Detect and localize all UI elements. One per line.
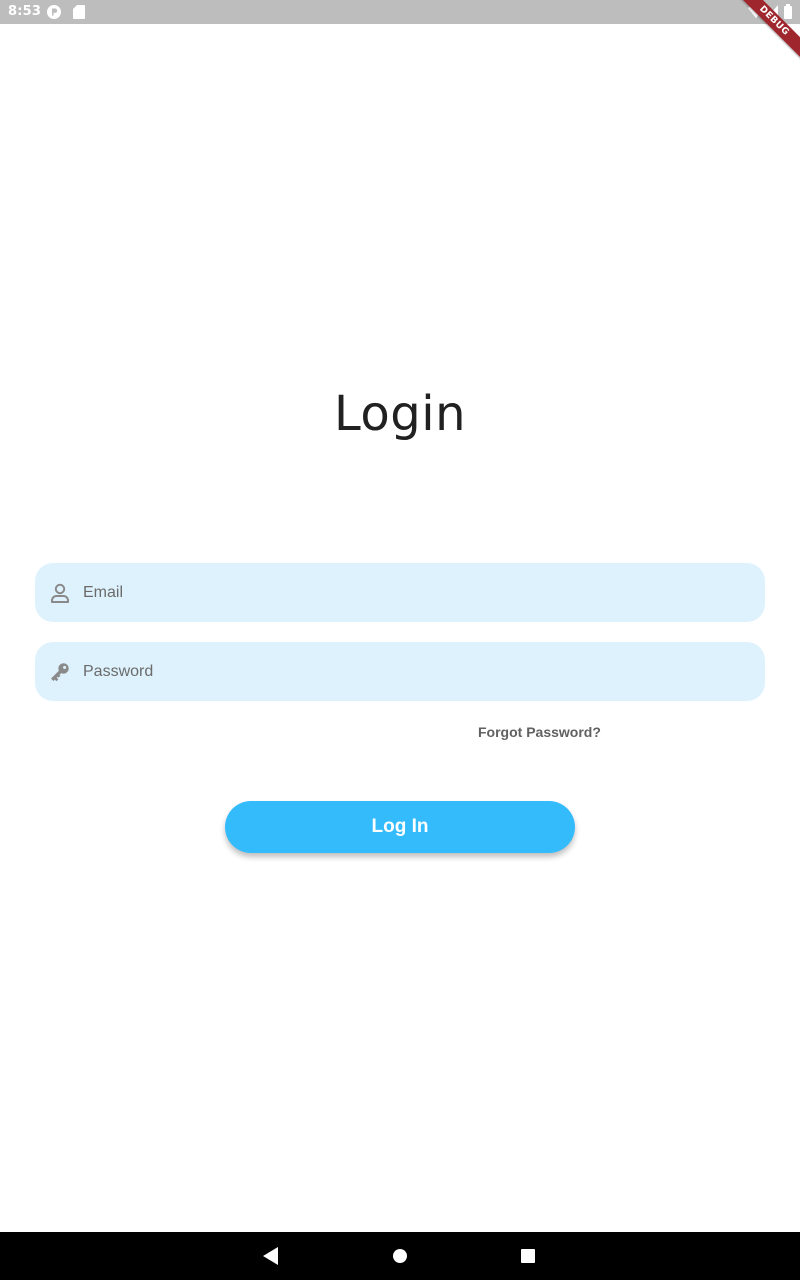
- navigation-bar: [0, 1232, 800, 1280]
- home-icon[interactable]: [388, 1244, 412, 1268]
- status-time: 8:53: [8, 4, 42, 19]
- battery-icon: [784, 4, 792, 19]
- recents-icon[interactable]: [516, 1244, 540, 1268]
- password-input[interactable]: [83, 642, 745, 701]
- back-icon[interactable]: [259, 1244, 283, 1268]
- forgot-password-link[interactable]: Forgot Password?: [478, 724, 601, 740]
- person-icon: [48, 581, 72, 605]
- screen: 8:53 DEBUG Login Email Forgot Password? …: [0, 0, 800, 1280]
- status-bar: 8:53: [0, 0, 800, 24]
- wifi-icon: [748, 5, 764, 19]
- email-input[interactable]: [83, 563, 745, 622]
- password-field[interactable]: [35, 642, 765, 701]
- email-field[interactable]: [35, 563, 765, 622]
- login-button[interactable]: Log In: [225, 801, 575, 853]
- signal-icon: [766, 5, 778, 19]
- key-icon: [48, 660, 72, 684]
- notification-p-icon: [47, 5, 61, 19]
- page-title: Login: [334, 386, 466, 442]
- sd-card-icon: [73, 5, 85, 19]
